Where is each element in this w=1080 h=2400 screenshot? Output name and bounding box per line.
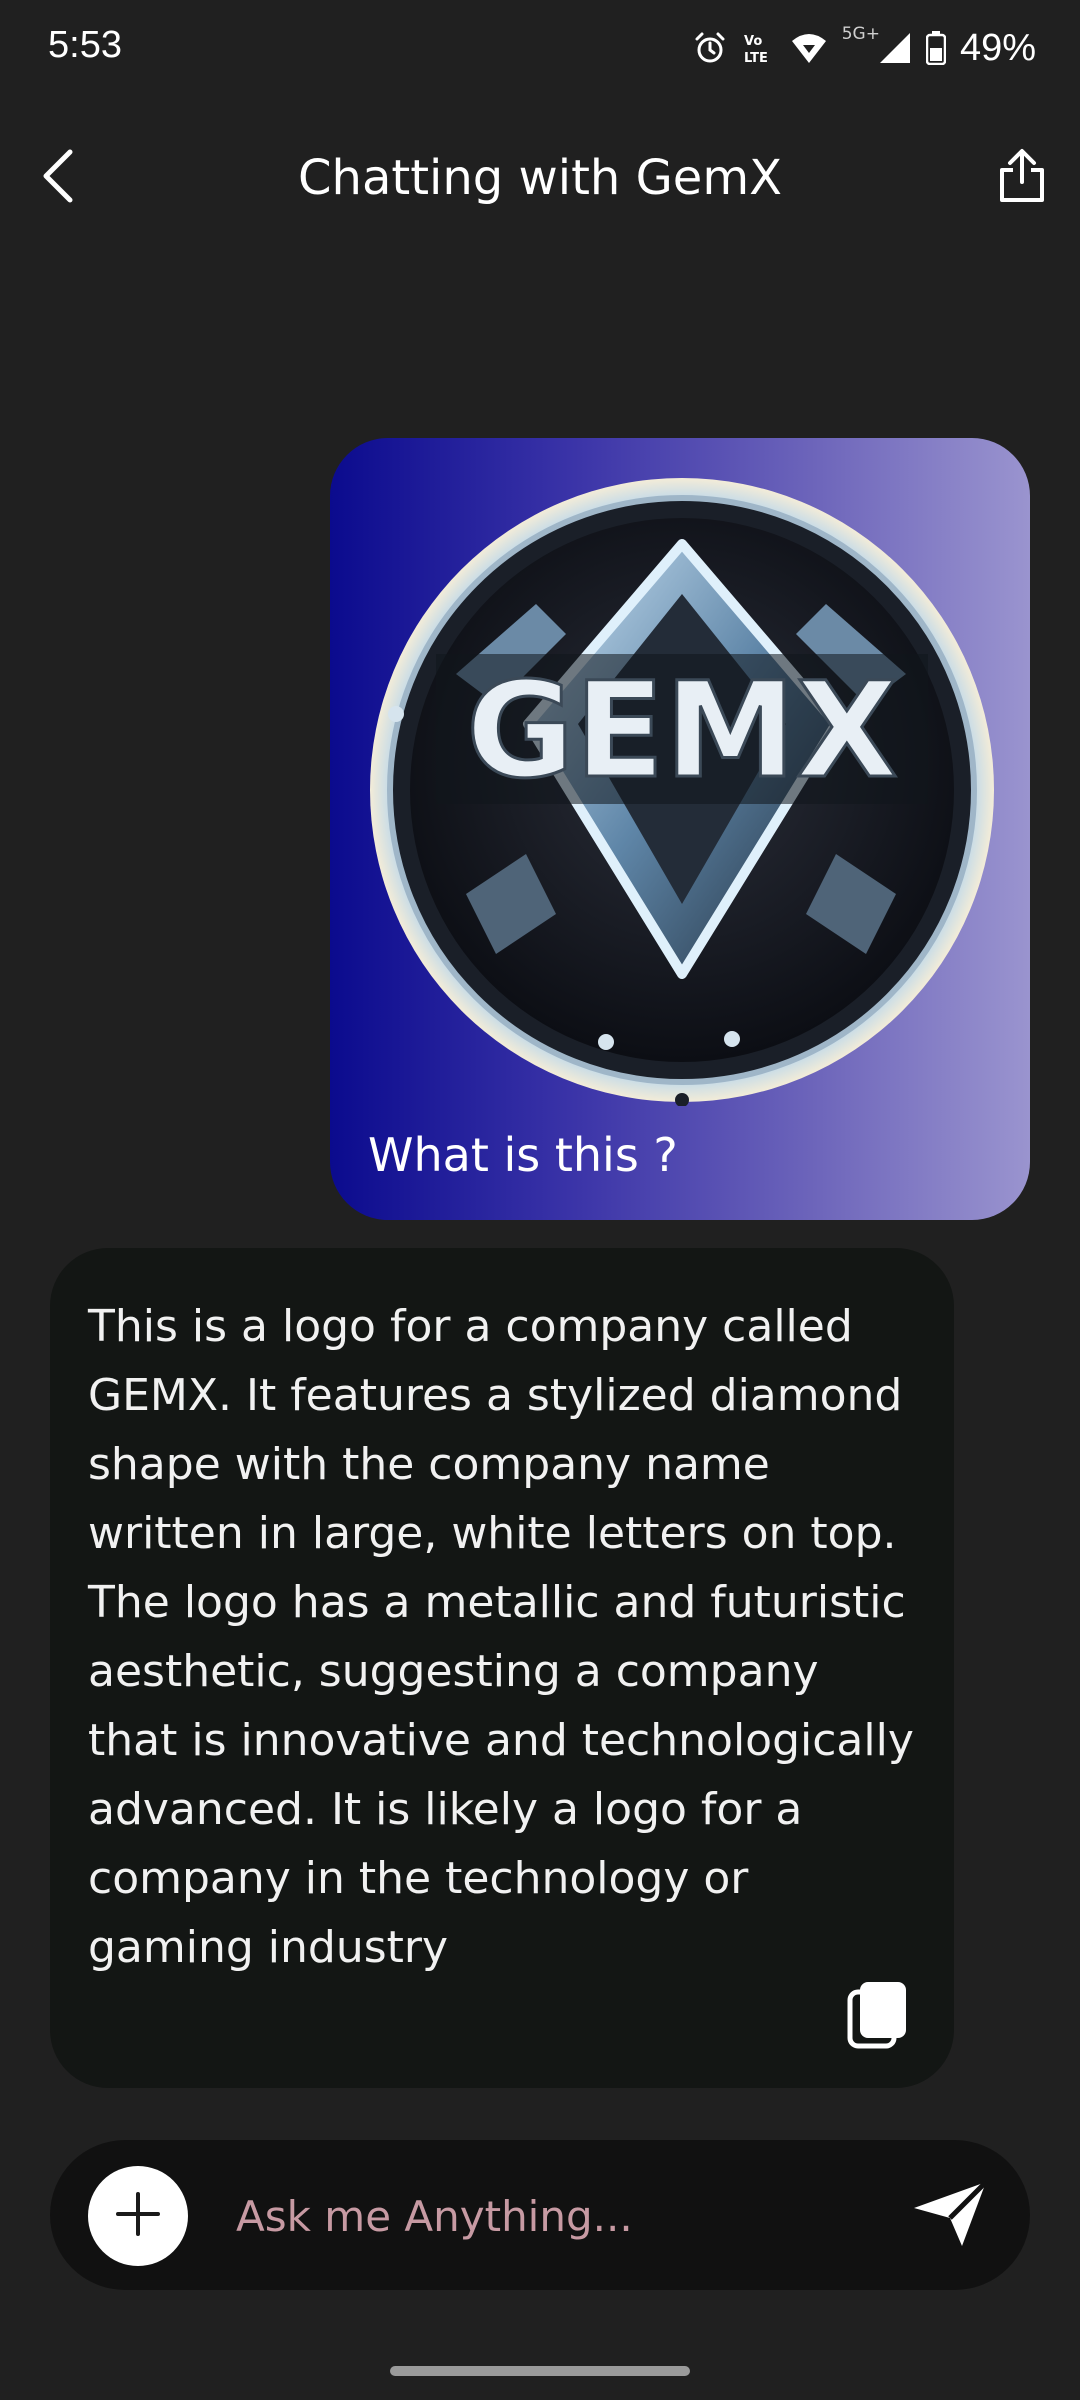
volte-icon: Vo LTE (742, 30, 776, 66)
share-button[interactable] (988, 144, 1056, 212)
svg-text:GEMX: GEMX (466, 654, 898, 808)
plus-icon (114, 2190, 162, 2242)
page-title: Chatting with GemX (298, 150, 782, 206)
gemx-logo-image[interactable]: GEMX (366, 474, 998, 1107)
user-message-bubble: GEMX What is this ? (330, 438, 1030, 1220)
svg-text:LTE: LTE (744, 51, 768, 66)
wifi-icon (790, 31, 828, 65)
chat-screen: 5:53 Vo LTE 5G+ 49% Chatting with GemX G… (0, 0, 1080, 2400)
copy-icon (846, 1982, 910, 2054)
add-attachment-button[interactable] (88, 2166, 188, 2266)
bot-message-bubble: This is a logo for a company called GEMX… (50, 1248, 954, 2088)
copy-button[interactable] (846, 1980, 910, 2050)
message-input-bar (50, 2140, 1030, 2290)
home-indicator[interactable] (390, 2366, 690, 2376)
bot-message-text: This is a logo for a company called GEMX… (88, 1301, 914, 1973)
network-label: 5G+ (841, 24, 880, 44)
share-icon (998, 148, 1046, 208)
user-message-text: What is this ? (368, 1128, 678, 1182)
svg-text:Vo: Vo (744, 34, 762, 49)
message-input[interactable] (234, 2178, 878, 2254)
send-button[interactable] (908, 2174, 992, 2258)
battery-icon (925, 31, 946, 65)
send-icon (910, 2178, 990, 2254)
battery-percent: 49% (959, 26, 1036, 69)
signal-icon (878, 31, 912, 65)
status-icons: Vo LTE 5G+ 49% (692, 22, 1036, 74)
alarm-icon (692, 30, 728, 66)
status-bar: 5:53 Vo LTE 5G+ 49% (0, 0, 1080, 96)
chat-header: Chatting with GemX (0, 130, 1080, 226)
status-time: 5:53 (48, 24, 122, 66)
